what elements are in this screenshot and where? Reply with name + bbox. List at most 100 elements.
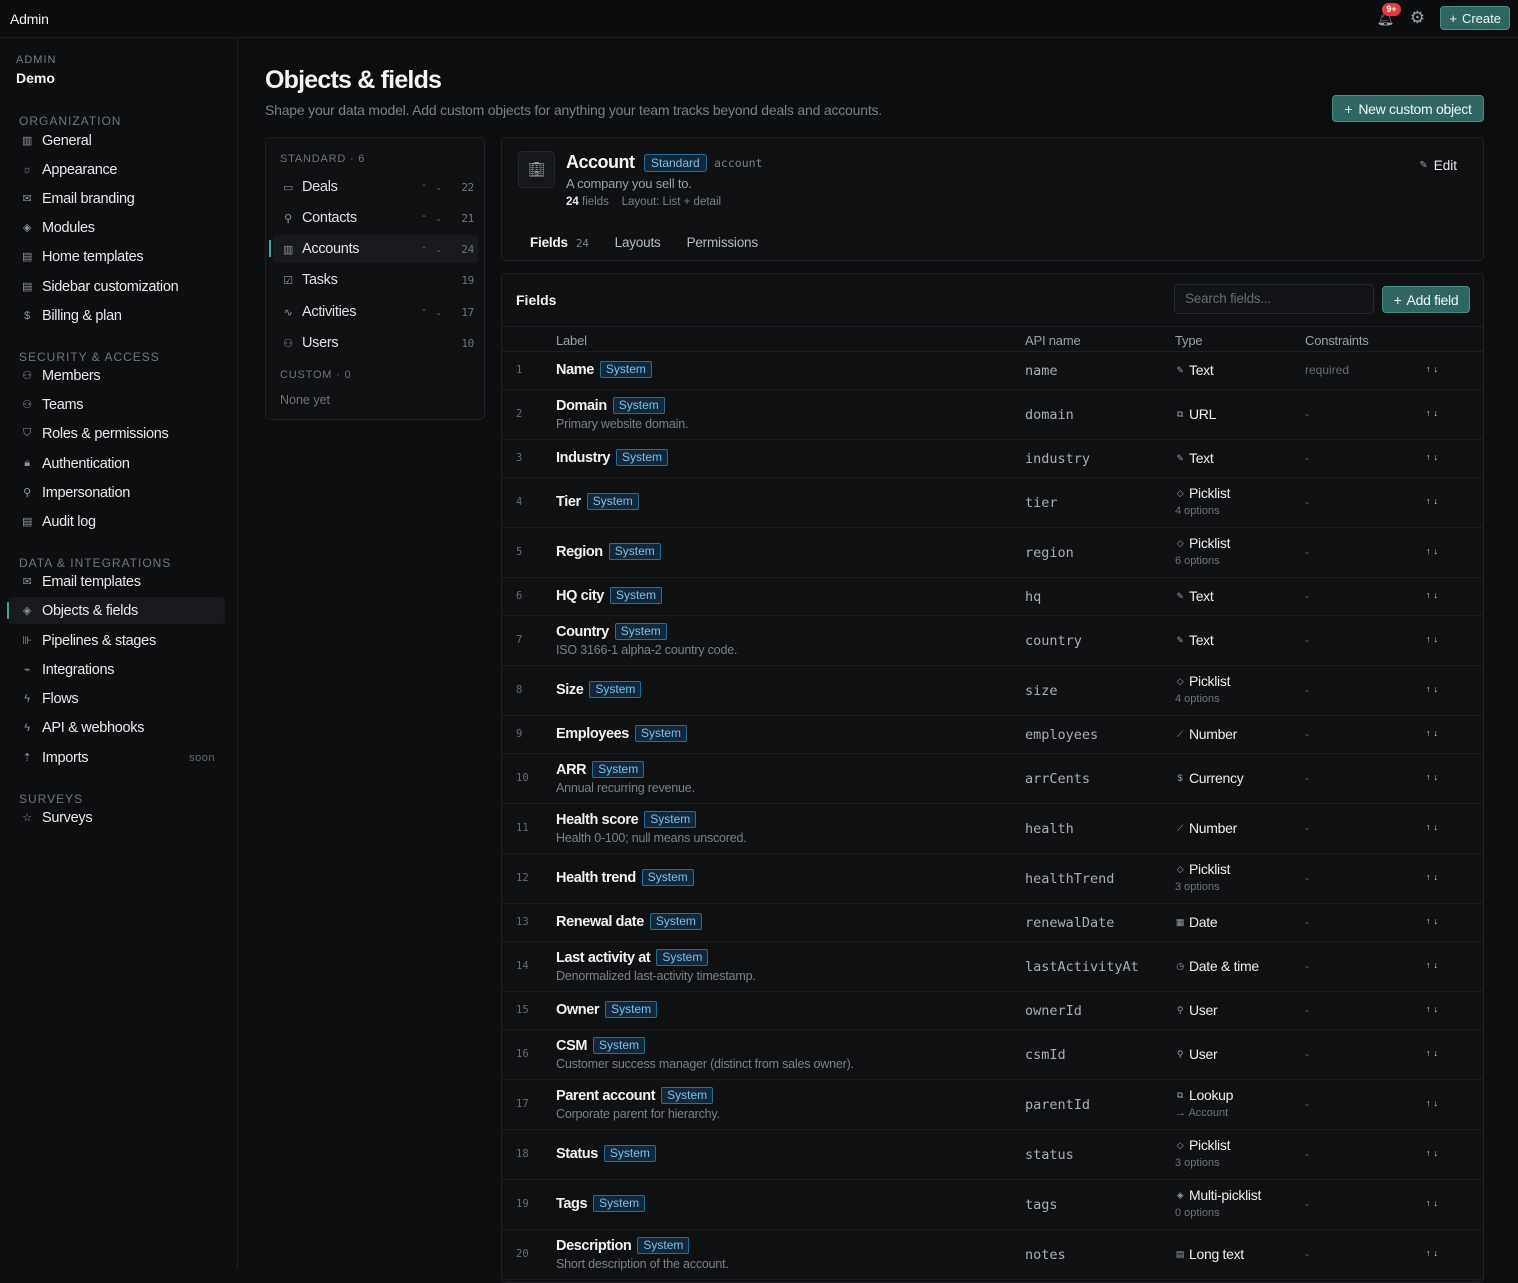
reorder-arrows-icon[interactable]: ↑↓ [1426,364,1441,374]
table-row[interactable]: 7 Country System ISO 3166-1 alpha-2 country… [502,616,1483,666]
tab-fields[interactable]: Fields 24 [530,235,589,250]
table-row[interactable]: 9 Employees System employees ⟋ Number - ↑↓ [502,716,1483,754]
users-icon: ⚇ [22,370,32,382]
field-name: Last activity at [556,949,651,966]
reorder-arrows-icon[interactable]: ↑↓ [1426,452,1441,462]
sidebar-item-appearance[interactable]: ☼ Appearance [8,156,225,183]
table-row[interactable]: 4 Tier System tier ◇ Picklist 4 options - ↑↓ [502,478,1483,528]
reorder-chevrons-icon[interactable]: ⌃⌄ [421,183,450,192]
reorder-arrows-icon[interactable]: ↑↓ [1426,1248,1441,1258]
gear-icon[interactable]: ⚙ [1408,9,1426,27]
reorder-arrows-icon[interactable]: ↑↓ [1426,1198,1441,1208]
table-row[interactable]: 2 Domain System Primary website domain. doma… [502,390,1483,440]
custom-objects-empty: None yet [280,393,331,407]
reorder-arrows-icon[interactable]: ↑↓ [1426,772,1441,782]
table-row[interactable]: 8 Size System size ◇ Picklist 4 options - ↑↓ [502,666,1483,716]
object-item-contacts[interactable]: ⚲ Contacts ⌃⌄ 21 [273,204,478,232]
row-number: 1 [516,364,523,376]
reorder-arrows-icon[interactable]: ↑↓ [1426,728,1441,738]
reorder-chevrons-icon[interactable]: ⌃⌄ [421,308,450,317]
table-row[interactable]: 11 Health score System Health 0-100; null m… [502,804,1483,854]
sidebar-item-roles-and-permissions[interactable]: ⛉ Roles & permissions [8,420,225,447]
sidebar-item-email-templates[interactable]: ✉ Email templates [8,568,225,595]
object-item-tasks[interactable]: ☑ Tasks 19 [273,266,478,294]
field-name: Status [556,1145,598,1162]
object-item-deals[interactable]: ▭ Deals ⌃⌄ 22 [273,173,478,201]
sidebar-item-label: Objects & fields [42,602,138,619]
field-label: Health score System [556,811,697,828]
reorder-arrows-icon[interactable]: ↑↓ [1426,496,1441,506]
table-row[interactable]: 19 Tags System tags ◈ Multi-picklist 0 options… [502,1180,1483,1230]
sidebar-item-objects-and-fields[interactable]: ◈ Objects & fields [7,597,225,624]
create-button[interactable]: + Create [1440,6,1510,30]
edit-object-button[interactable]: ✎ Edit [1419,158,1457,173]
table-row[interactable]: 3 Industry System industry ✎ Text - ↑↓ [502,440,1483,478]
sidebar-item-surveys[interactable]: ☆ Surveys [8,804,225,831]
object-item-users[interactable]: ⚇ Users 10 [273,329,478,357]
object-header-card: 🏢︎ Account Standard account A company yo… [501,137,1484,261]
table-row[interactable]: 18 Status System status ◇ Picklist 3 options - ↑… [502,1130,1483,1180]
sidebar-item-audit-log[interactable]: ▤ Audit log [8,508,225,535]
sidebar-item-pipelines-and-stages[interactable]: ⊪ Pipelines & stages [8,627,225,654]
field-constraints: - [1305,1047,1309,1061]
table-row[interactable]: 6 HQ city System hq ✎ Text - ↑↓ [502,578,1483,616]
sidebar-item-api-and-webhooks[interactable]: ϟ API & webhooks [8,714,225,741]
sidebar-item-modules[interactable]: ◈ Modules [8,214,225,241]
table-row[interactable]: 12 Health trend System healthTrend ◇ Picklist… [502,854,1483,904]
reorder-arrows-icon[interactable]: ↑↓ [1426,1148,1441,1158]
reorder-arrows-icon[interactable]: ↑↓ [1426,408,1441,418]
reorder-arrows-icon[interactable]: ↑↓ [1426,546,1441,556]
field-type-label: Text [1189,450,1214,466]
object-item-activities[interactable]: ∿ Activities ⌃⌄ 17 [273,298,478,326]
sidebar-item-email-branding[interactable]: ✉ Email branding [8,185,225,212]
search-fields-input[interactable]: Search fields... [1174,284,1374,314]
table-row[interactable]: 1 Name System name ✎ Text required ↑↓ [502,352,1483,390]
reorder-arrows-icon[interactable]: ↑↓ [1426,822,1441,832]
notifications-bell-icon[interactable]: 🔔︎ 9+ [1376,3,1401,27]
field-api-name: hq [1025,589,1042,605]
tab-layouts[interactable]: Layouts [615,235,661,250]
table-row[interactable]: 14 Last activity at System Denormalized las… [502,942,1483,992]
field-type: ✎ Text [1175,588,1213,604]
reorder-arrows-icon[interactable]: ↑↓ [1426,684,1441,694]
tab-permissions[interactable]: Permissions [687,235,759,250]
row-number: 16 [516,1048,529,1060]
sidebar-item-flows[interactable]: ϟ Flows [8,685,225,712]
reorder-arrows-icon[interactable]: ↑↓ [1426,634,1441,644]
sidebar-item-general[interactable]: ▥ General [8,127,225,154]
add-field-button[interactable]: + Add field [1382,286,1470,313]
reorder-chevrons-icon[interactable]: ⌃⌄ [421,245,450,254]
reorder-arrows-icon[interactable]: ↑↓ [1426,1098,1441,1108]
reorder-arrows-icon[interactable]: ↑↓ [1426,960,1441,970]
table-row[interactable]: 15 Owner System ownerId ⚲ User - ↑↓ [502,992,1483,1030]
sidebar-item-imports[interactable]: ⇡ Imports soon [8,744,225,771]
sidebar-item-teams[interactable]: ⚇ Teams [8,391,225,418]
table-row[interactable]: 13 Renewal date System renewalDate ▦ Date - ↑↓ [502,904,1483,942]
field-type-detail: 4 options [1175,505,1220,517]
sidebar-item-members[interactable]: ⚇ Members [8,362,225,389]
sidebar-item-integrations[interactable]: ⌁ Integrations [8,656,225,683]
reorder-arrows-icon[interactable]: ↑↓ [1426,872,1441,882]
field-label: Country System [556,623,667,640]
sidebar-item-authentication[interactable]: 🔒︎ Authentication [8,450,225,477]
sidebar-item-home-templates[interactable]: ▤ Home templates [8,243,225,270]
table-row[interactable]: 5 Region System region ◇ Picklist 6 options - ↑↓ [502,528,1483,578]
new-custom-object-button[interactable]: + New custom object [1332,95,1484,122]
table-row[interactable]: 10 ARR System Annual recurring revenue. arrC… [502,754,1483,804]
system-badge: System [603,1145,656,1162]
table-row[interactable]: 20 Description System Short description of … [502,1230,1483,1280]
sidebar-item-billing-and-plan[interactable]: $ Billing & plan [8,302,225,329]
sidebar-item-impersonation[interactable]: ⚲ Impersonation [8,479,225,506]
reorder-arrows-icon[interactable]: ↑↓ [1426,916,1441,926]
reorder-arrows-icon[interactable]: ↑↓ [1426,590,1441,600]
sidebar-item-sidebar-customization[interactable]: ▤ Sidebar customization [8,273,225,300]
reorder-chevrons-icon[interactable]: ⌃⌄ [421,214,450,223]
field-label: Status System [556,1145,656,1162]
reorder-arrows-icon[interactable]: ↑↓ [1426,1048,1441,1058]
table-row[interactable]: 17 Parent account System Corporate parent f… [502,1080,1483,1130]
reorder-arrows-icon[interactable]: ↑↓ [1426,1004,1441,1014]
fields-table-card: Fields Search fields... + Add field Label… [501,273,1484,1283]
table-row[interactable]: 16 CSM System Customer success manager (dis… [502,1030,1483,1080]
object-item-accounts[interactable]: ▥ Accounts ⌃⌄ 24 [269,235,478,263]
shield-icon: ⛉ [23,427,31,439]
